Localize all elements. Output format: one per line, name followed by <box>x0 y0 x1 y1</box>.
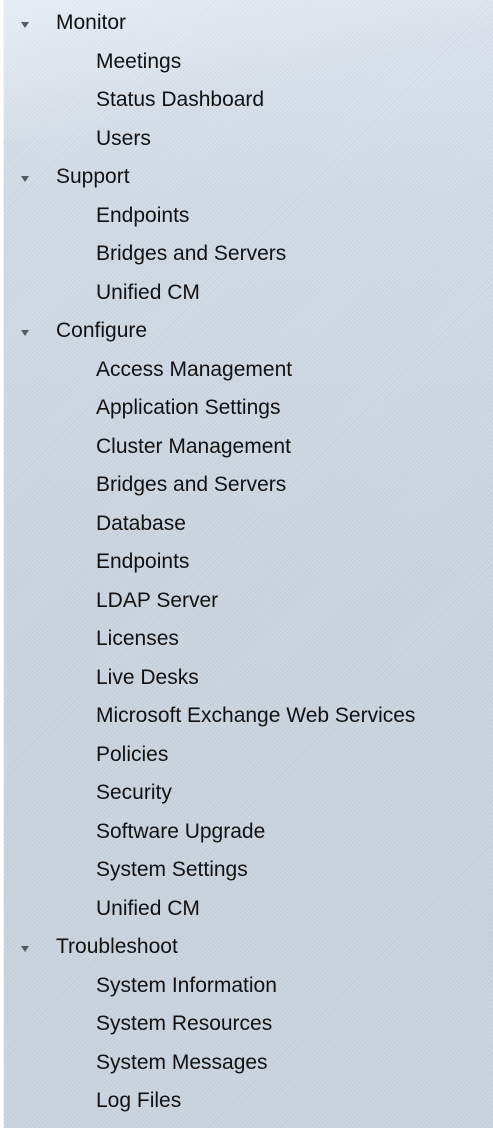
nav-item-label: Database <box>96 511 186 535</box>
section-troubleshoot: Troubleshoot System Information System R… <box>3 928 493 1121</box>
nav-item-database[interactable]: Database <box>3 505 493 544</box>
nav-item-label: Unified CM <box>96 896 200 920</box>
nav-item-label: Bridges and Servers <box>96 242 287 266</box>
nav-item-label: Software Upgrade <box>96 819 266 843</box>
section-header-troubleshoot[interactable]: Troubleshoot <box>3 928 493 967</box>
nav-item-label: System Settings <box>96 858 248 882</box>
section-monitor: Monitor Meetings Status Dashboard Users <box>3 4 493 158</box>
section-header-monitor[interactable]: Monitor <box>3 4 493 43</box>
nav-item-application-settings[interactable]: Application Settings <box>3 389 493 428</box>
nav-item-system-resources[interactable]: System Resources <box>3 1005 493 1044</box>
nav-item-bridges-and-servers[interactable]: Bridges and Servers <box>3 235 493 274</box>
nav-item-label: Cluster Management <box>96 434 291 458</box>
nav-item-cluster-management[interactable]: Cluster Management <box>3 428 493 467</box>
section-title: Configure <box>56 319 148 343</box>
nav-item-label: Status Dashboard <box>96 88 265 112</box>
nav-item-label: System Messages <box>96 1050 268 1074</box>
nav-item-endpoints[interactable]: Endpoints <box>3 197 493 236</box>
nav-item-label: System Resources <box>96 1012 273 1036</box>
section-title: Monitor <box>56 11 127 35</box>
nav-item-label: Licenses <box>96 627 179 651</box>
expand-arrow-icon[interactable] <box>21 946 29 953</box>
section-header-configure[interactable]: Configure <box>3 312 493 351</box>
nav-item-label: Access Management <box>96 357 293 381</box>
nav-item-log-files[interactable]: Log Files <box>3 1082 493 1121</box>
nav-item-label: Application Settings <box>96 396 281 420</box>
expand-arrow-icon[interactable] <box>21 330 29 337</box>
section-title: Support <box>56 165 130 189</box>
nav-item-security[interactable]: Security <box>3 774 493 813</box>
section-header-support[interactable]: Support <box>3 158 493 197</box>
nav-item-system-settings[interactable]: System Settings <box>3 851 493 890</box>
expand-arrow-icon[interactable] <box>21 22 29 29</box>
section-support: Support Endpoints Bridges and Servers Un… <box>3 158 493 312</box>
nav-item-label: Bridges and Servers <box>96 473 287 497</box>
expand-arrow-icon[interactable] <box>21 176 29 183</box>
nav-item-microsoft-exchange-web-services[interactable]: Microsoft Exchange Web Services <box>3 697 493 736</box>
nav-item-unified-cm[interactable]: Unified CM <box>3 274 493 313</box>
nav-item-label: Meetings <box>96 49 182 73</box>
nav-item-unified-cm[interactable]: Unified CM <box>3 890 493 929</box>
nav-item-label: Endpoints <box>96 550 190 574</box>
nav-item-label: Policies <box>96 742 169 766</box>
nav-item-system-messages[interactable]: System Messages <box>3 1044 493 1083</box>
nav-item-system-information[interactable]: System Information <box>3 967 493 1006</box>
nav-item-label: Unified CM <box>96 280 200 304</box>
nav-item-label: Microsoft Exchange Web Services <box>96 704 416 728</box>
nav-item-licenses[interactable]: Licenses <box>3 620 493 659</box>
nav-item-bridges-and-servers[interactable]: Bridges and Servers <box>3 466 493 505</box>
nav-item-status-dashboard[interactable]: Status Dashboard <box>3 81 493 120</box>
navigation-panel: Monitor Meetings Status Dashboard Users … <box>3 0 493 1128</box>
nav-item-label: Endpoints <box>96 203 190 227</box>
nav-item-policies[interactable]: Policies <box>3 736 493 775</box>
nav-item-live-desks[interactable]: Live Desks <box>3 659 493 698</box>
nav-item-label: System Information <box>96 973 277 997</box>
nav-item-endpoints[interactable]: Endpoints <box>3 543 493 582</box>
nav-item-label: Users <box>96 126 151 150</box>
nav-item-label: Security <box>96 781 172 805</box>
nav-item-label: LDAP Server <box>96 588 219 612</box>
navigation-tree: Monitor Meetings Status Dashboard Users … <box>3 0 493 1121</box>
section-configure: Configure Access Management Application … <box>3 312 493 928</box>
nav-item-software-upgrade[interactable]: Software Upgrade <box>3 813 493 852</box>
nav-item-meetings[interactable]: Meetings <box>3 43 493 82</box>
nav-item-label: Log Files <box>96 1089 182 1113</box>
nav-item-label: Live Desks <box>96 665 199 689</box>
nav-item-ldap-server[interactable]: LDAP Server <box>3 582 493 621</box>
nav-item-access-management[interactable]: Access Management <box>3 351 493 390</box>
nav-item-users[interactable]: Users <box>3 120 493 159</box>
section-title: Troubleshoot <box>56 935 178 959</box>
